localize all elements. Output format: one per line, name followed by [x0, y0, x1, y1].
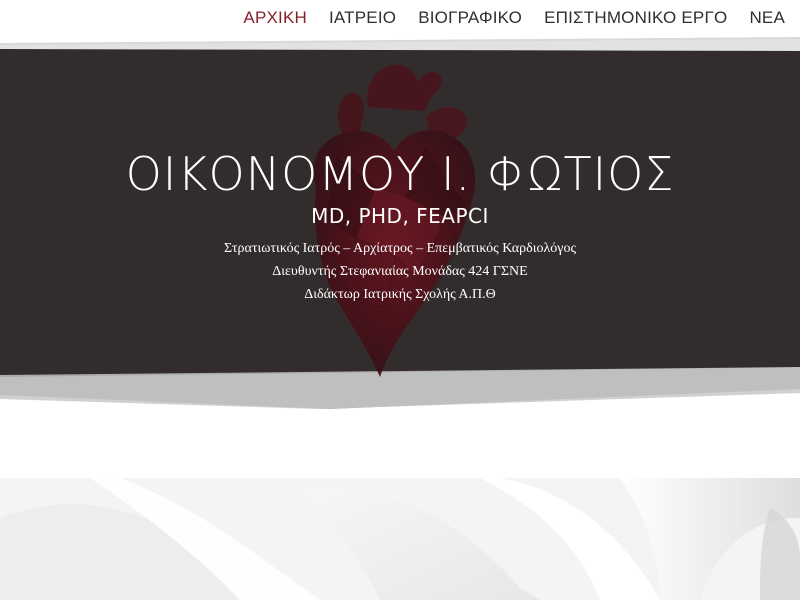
hero-content: ΟΙΚΟΝΟΜΟΥ Ι. ΦΩΤΙΟΣ MD, PHD, FEAPCI Στρα…	[0, 37, 800, 397]
nav-menu: ΑΡΧΙΚΗ ΙΑΤΡΕΙΟ ΒΙΟΓΡΑΦΙΚΟ ΕΠΙΣΤΗΜΟΝΙΚΟ Ε…	[221, 8, 785, 28]
hero-subtitle-line: Στρατιωτικός Ιατρός – Αρχίατρος – Επεμβα…	[223, 241, 577, 256]
hero-credentials: MD, PHD, FEAPCI	[311, 204, 489, 228]
nav-item-scientific-work[interactable]: ΕΠΙΣΤΗΜΟΝΙΚΟ ΕΡΓΟ	[544, 8, 727, 28]
wave-background-section	[0, 478, 800, 600]
nav-item-clinic[interactable]: ΙΑΤΡΕΙΟ	[329, 8, 396, 28]
nav-item-cv[interactable]: ΒΙΟΓΡΑΦΙΚΟ	[418, 8, 522, 28]
nav-item-news[interactable]: ΝΕΑ	[749, 8, 785, 28]
hero-banner: ΟΙΚΟΝΟΜΟΥ Ι. ΦΩΤΙΟΣ MD, PHD, FEAPCI Στρα…	[0, 37, 800, 437]
page: ΑΡΧΙΚΗ ΙΑΤΡΕΙΟ ΒΙΟΓΡΑΦΙΚΟ ΕΠΙΣΤΗΜΟΝΙΚΟ Ε…	[0, 0, 800, 600]
nav-item-home[interactable]: ΑΡΧΙΚΗ	[243, 8, 307, 28]
top-navigation: ΑΡΧΙΚΗ ΙΑΤΡΕΙΟ ΒΙΟΓΡΑΦΙΚΟ ΕΠΙΣΤΗΜΟΝΙΚΟ Ε…	[0, 0, 800, 37]
wave-background	[0, 478, 800, 600]
hero-subtitle-line: Διευθυντής Στεφανιαίας Μονάδας 424 ΓΣΝΕ	[272, 264, 528, 279]
hero-name: ΟΙΚΟΝΟΜΟΥ Ι. ΦΩΤΙΟΣ	[125, 147, 675, 201]
hero-subtitle-line: Διδάκτωρ Ιατρικής Σχολής Α.Π.Θ	[304, 287, 496, 302]
